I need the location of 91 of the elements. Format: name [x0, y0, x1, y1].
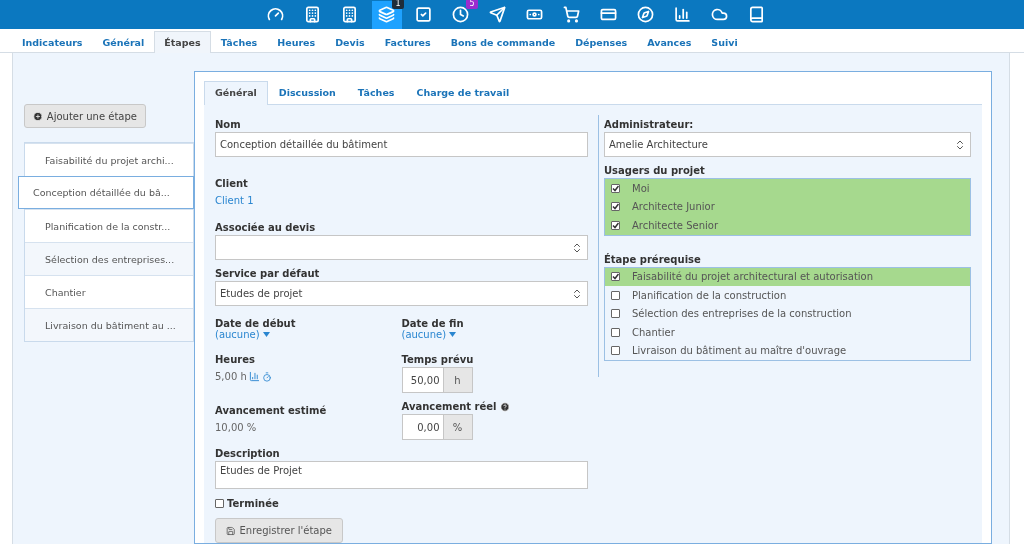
admin-select[interactable]: Amelie Architecture — [604, 132, 971, 157]
tab[interactable]: Général — [204, 81, 268, 105]
updown-icon — [571, 241, 583, 254]
progress-input[interactable]: 0,00 — [401, 414, 444, 440]
bar-chart-icon — [674, 6, 691, 24]
hours-input[interactable]: 50,00 — [401, 367, 444, 393]
field-label: Date de fin — [401, 318, 465, 329]
step-option[interactable]: Planification de la construction — [632, 289, 787, 301]
field-label: Temps prévu — [401, 354, 475, 365]
unit-addon: h — [443, 367, 473, 393]
checkbox-icon — [415, 6, 432, 24]
plus-icon — [33, 110, 43, 122]
client-link[interactable]: Client 1 — [215, 195, 588, 206]
caret-icon — [449, 332, 457, 337]
step-item[interactable]: Sélection des entreprises... — [25, 242, 193, 275]
checkbox[interactable] — [611, 346, 620, 356]
tab[interactable]: Général — [92, 31, 155, 53]
tab[interactable]: Étapes — [154, 31, 211, 53]
progress-value: 10,00 % — [215, 422, 258, 433]
field-label: Avancement réel — [401, 401, 497, 412]
clock-icon — [452, 6, 469, 24]
hours-value: 5,00 h — [215, 371, 247, 382]
field-label: Avancement estimé — [215, 405, 328, 416]
updown-icon — [571, 287, 583, 300]
tab[interactable]: Discussion — [267, 81, 347, 105]
user-option[interactable]: Architecte Junior — [632, 201, 715, 213]
checkbox[interactable] — [611, 220, 620, 230]
date-dropdown[interactable]: (aucune) — [215, 329, 402, 340]
tab[interactable]: Devis — [325, 31, 375, 53]
step-option[interactable]: Livraison du bâtiment au maître d'ouvrage — [632, 345, 847, 357]
name-field[interactable]: Conception détaillée du bâtiment — [215, 132, 588, 157]
tab[interactable]: Dépenses — [565, 31, 638, 53]
help-icon[interactable] — [499, 401, 510, 412]
step-item[interactable]: Chantier — [25, 275, 193, 308]
date-dropdown[interactable]: (aucune) — [401, 329, 588, 340]
checkbox-label: Terminée — [227, 498, 279, 509]
step-item[interactable]: Livraison du bâtiment au ... — [25, 308, 193, 341]
field-label: Usagers du projet — [604, 165, 706, 176]
tab[interactable]: Tâches — [346, 81, 406, 105]
clock-icon[interactable] — [261, 371, 272, 382]
step-option[interactable]: Chantier — [632, 326, 675, 338]
checkbox[interactable] — [215, 499, 224, 508]
user-option[interactable]: Moi — [632, 182, 650, 194]
caret-icon — [262, 332, 270, 337]
field-label: Description — [215, 448, 281, 459]
cart-icon — [563, 6, 580, 24]
step-item[interactable]: Faisabilité du projet archi... — [25, 143, 193, 176]
description-field[interactable]: Etudes de Projet — [215, 461, 588, 489]
book-icon — [748, 6, 765, 24]
building-icon — [341, 6, 358, 24]
user-option[interactable]: Architecte Senior — [632, 219, 718, 231]
step-option[interactable]: Sélection des entreprises de la construction — [632, 308, 852, 320]
field-label: Administrateur: — [604, 119, 695, 130]
count-badge: 1 — [392, 0, 404, 9]
checkbox[interactable] — [611, 327, 620, 337]
field-label: Associée au devis — [215, 222, 317, 233]
building-icon — [304, 6, 321, 24]
field-label: Date de début — [215, 318, 297, 329]
checkbox[interactable] — [611, 309, 620, 319]
step-item[interactable]: Planification de la constr... — [25, 209, 193, 242]
field-label: Heures — [215, 354, 256, 365]
field-label: Étape prérequise — [604, 253, 702, 265]
updown-icon — [954, 138, 966, 151]
checkbox[interactable] — [611, 290, 620, 300]
tab[interactable]: Indicateurs — [12, 31, 93, 53]
service-select[interactable]: Etudes de projet — [215, 281, 588, 306]
tab[interactable]: Avances — [637, 31, 702, 53]
tab[interactable]: Heures — [267, 31, 326, 53]
toolbar-button[interactable]: 5 — [445, 0, 476, 29]
floppy-icon — [226, 525, 236, 536]
compass-icon — [637, 6, 654, 24]
checkbox[interactable] — [611, 183, 620, 193]
unit-addon: % — [443, 414, 473, 440]
field-label: Client — [215, 178, 249, 189]
tab[interactable]: Bons de commande — [440, 31, 566, 53]
tab[interactable]: Tâches — [210, 31, 268, 53]
step-item[interactable]: Conception détaillée du bâ... — [18, 176, 194, 209]
checkbox[interactable] — [611, 202, 620, 212]
tab[interactable]: Suivi — [701, 31, 748, 53]
tab[interactable]: Factures — [374, 31, 441, 53]
tab[interactable]: Charge de travail — [405, 81, 521, 105]
cards-icon — [378, 6, 395, 24]
field-label: Nom — [215, 119, 242, 130]
field-label: Service par défaut — [215, 268, 321, 279]
paper-plane-icon — [489, 6, 506, 24]
save-step-button[interactable]: Enregistrer l'étape — [215, 518, 343, 543]
count-badge: 5 — [466, 0, 478, 9]
checkbox[interactable] — [611, 272, 620, 282]
toolbar-button[interactable]: 1 — [371, 0, 402, 29]
add-step-button[interactable]: Ajouter une étape — [24, 104, 146, 128]
bar-chart-icon[interactable] — [248, 371, 260, 382]
